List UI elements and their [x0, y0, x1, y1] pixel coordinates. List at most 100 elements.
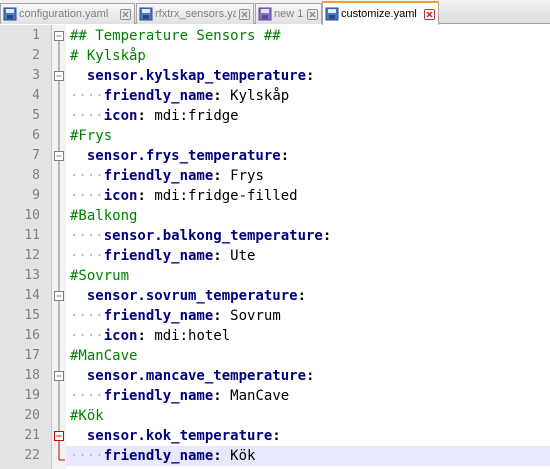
indent-whitespace: ····	[70, 168, 104, 184]
yaml-value: ManCave	[230, 388, 290, 404]
code-text[interactable]: #Balkong	[70, 206, 137, 226]
code-area[interactable]: #Sovrum	[66, 266, 550, 286]
fold-collapse-icon[interactable]	[52, 426, 66, 446]
fold-collapse-icon[interactable]	[52, 366, 66, 386]
close-tab-icon[interactable]	[239, 8, 250, 20]
code-text[interactable]: ····icon: mdi:hotel	[70, 326, 230, 346]
tab-1[interactable]: rfxtrx_sensors.yaml	[136, 3, 254, 24]
code-text[interactable]: ····friendly_name: Kylskåp	[70, 86, 289, 106]
fold-collapse-icon[interactable]	[52, 146, 66, 166]
code-text[interactable]: ····icon: mdi:fridge	[70, 106, 239, 126]
code-editor[interactable]: 1 ## Temperature Sensors ## 2 # Kylskåp 3 se…	[0, 25, 550, 469]
code-line[interactable]: 6 #Frys	[0, 126, 550, 146]
code-text[interactable]: #ManCave	[70, 346, 137, 366]
fold-line-icon	[58, 246, 60, 266]
code-line[interactable]: 20 #Kök	[0, 406, 550, 426]
code-area[interactable]: ····friendly_name: Frys	[66, 166, 550, 186]
code-area[interactable]: sensor.kok_temperature:	[66, 426, 550, 446]
code-line[interactable]: 2 # Kylskåp	[0, 46, 550, 66]
tab-2[interactable]: new 1	[255, 3, 322, 24]
fold-collapse-icon[interactable]	[52, 286, 66, 306]
code-area[interactable]: ····friendly_name: Ute	[66, 246, 550, 266]
code-area[interactable]: sensor.kylskap_temperature:	[66, 66, 550, 86]
yaml-key: sensor.kylskap_temperature	[86, 68, 307, 84]
code-area[interactable]: ····icon: mdi:fridge	[66, 106, 550, 126]
fold-line-icon	[58, 106, 60, 126]
code-area[interactable]: ····friendly_name: ManCave	[66, 386, 550, 406]
code-line[interactable]: 8 ····friendly_name: Frys	[0, 166, 550, 186]
code-line[interactable]: 10 #Balkong	[0, 206, 550, 226]
line-number: 11	[24, 228, 40, 243]
code-area[interactable]: sensor.sovrum_temperature:	[66, 286, 550, 306]
line-number: 15	[24, 308, 40, 323]
tab-0[interactable]: configuration.yaml	[0, 3, 135, 24]
code-line[interactable]: 21 sensor.kok_temperature:	[0, 426, 550, 446]
close-tab-icon[interactable]	[424, 8, 435, 20]
code-text[interactable]: sensor.mancave_temperature:	[70, 366, 315, 386]
code-text[interactable]: #Kök	[70, 406, 104, 426]
code-area[interactable]: sensor.frys_temperature:	[66, 146, 550, 166]
code-area[interactable]: sensor.mancave_temperature:	[66, 366, 550, 386]
code-area[interactable]: ····friendly_name: Kök	[66, 446, 550, 466]
code-area[interactable]: #Kök	[66, 406, 550, 426]
yaml-colon: :	[280, 148, 290, 164]
code-line[interactable]: 11 ····sensor.balkong_temperature:	[0, 226, 550, 246]
code-line[interactable]: 19 ····friendly_name: ManCave	[0, 386, 550, 406]
code-line[interactable]: 12 ····friendly_name: Ute	[0, 246, 550, 266]
code-area[interactable]: #Frys	[66, 126, 550, 146]
tab-3[interactable]: customize.yaml	[322, 1, 439, 25]
saved-file-icon	[3, 7, 17, 21]
close-tab-icon[interactable]	[120, 8, 131, 20]
code-area[interactable]: ····icon: mdi:fridge-filled	[66, 186, 550, 206]
code-line[interactable]: 7 sensor.frys_temperature:	[0, 146, 550, 166]
code-text[interactable]: ····friendly_name: Ute	[70, 246, 255, 266]
code-text[interactable]: ····friendly_name: Frys	[70, 166, 264, 186]
fold-collapse-icon[interactable]	[52, 26, 66, 46]
code-text[interactable]: #Sovrum	[70, 266, 129, 286]
code-text[interactable]: ····friendly_name: Kök	[70, 446, 255, 466]
code-line[interactable]: 13 #Sovrum	[0, 266, 550, 286]
yaml-colon: :	[213, 88, 222, 104]
code-area[interactable]: ····sensor.balkong_temperature:	[66, 226, 550, 246]
code-text[interactable]: sensor.kylskap_temperature:	[70, 66, 315, 86]
code-area[interactable]: ····friendly_name: Sovrum	[66, 306, 550, 326]
code-text[interactable]: #Frys	[70, 126, 112, 146]
line-number: 12	[24, 248, 40, 263]
yaml-comment: #Kök	[70, 408, 104, 424]
code-text[interactable]: sensor.sovrum_temperature:	[70, 286, 306, 306]
code-area[interactable]: ## Temperature Sensors ##	[66, 26, 550, 46]
line-number: 4	[32, 88, 40, 103]
code-line[interactable]: 9 ····icon: mdi:fridge-filled	[0, 186, 550, 206]
code-line[interactable]: 22 ····friendly_name: Kök	[0, 446, 550, 466]
code-area[interactable]: #ManCave	[66, 346, 550, 366]
code-area[interactable]: ····friendly_name: Kylskåp	[66, 86, 550, 106]
code-text[interactable]: sensor.kok_temperature:	[70, 426, 281, 446]
code-line[interactable]: 15 ····friendly_name: Sovrum	[0, 306, 550, 326]
code-text[interactable]: ····sensor.balkong_temperature:	[70, 226, 331, 246]
code-line[interactable]: 5 ····icon: mdi:fridge	[0, 106, 550, 126]
yaml-value: Sovrum	[230, 308, 281, 324]
code-area[interactable]: #Balkong	[66, 206, 550, 226]
unsaved-file-icon	[258, 7, 272, 21]
close-tab-icon[interactable]	[307, 8, 318, 20]
code-line[interactable]: 1 ## Temperature Sensors ##	[0, 26, 550, 46]
code-text[interactable]: ····icon: mdi:fridge-filled	[70, 186, 298, 206]
code-line[interactable]: 3 sensor.kylskap_temperature:	[0, 66, 550, 86]
code-text[interactable]: sensor.frys_temperature:	[70, 146, 289, 166]
line-number: 6	[32, 128, 40, 143]
code-line[interactable]: 14 sensor.sovrum_temperature:	[0, 286, 550, 306]
code-area[interactable]: ····icon: mdi:hotel	[66, 326, 550, 346]
code-text[interactable]: ## Temperature Sensors ##	[70, 26, 281, 46]
code-line[interactable]: 16 ····icon: mdi:hotel	[0, 326, 550, 346]
code-line[interactable]: 18 sensor.mancave_temperature:	[0, 366, 550, 386]
code-area[interactable]: # Kylskåp	[66, 46, 550, 66]
code-line[interactable]: 17 #ManCave	[0, 346, 550, 366]
code-line[interactable]: 4 ····friendly_name: Kylskåp	[0, 86, 550, 106]
code-text[interactable]: # Kylskåp	[70, 46, 146, 66]
code-text[interactable]: ····friendly_name: ManCave	[70, 386, 289, 406]
code-text[interactable]: ····friendly_name: Sovrum	[70, 306, 281, 326]
fold-collapse-icon[interactable]	[52, 66, 66, 86]
line-number: 8	[32, 168, 40, 183]
saved-file-icon	[139, 7, 153, 21]
